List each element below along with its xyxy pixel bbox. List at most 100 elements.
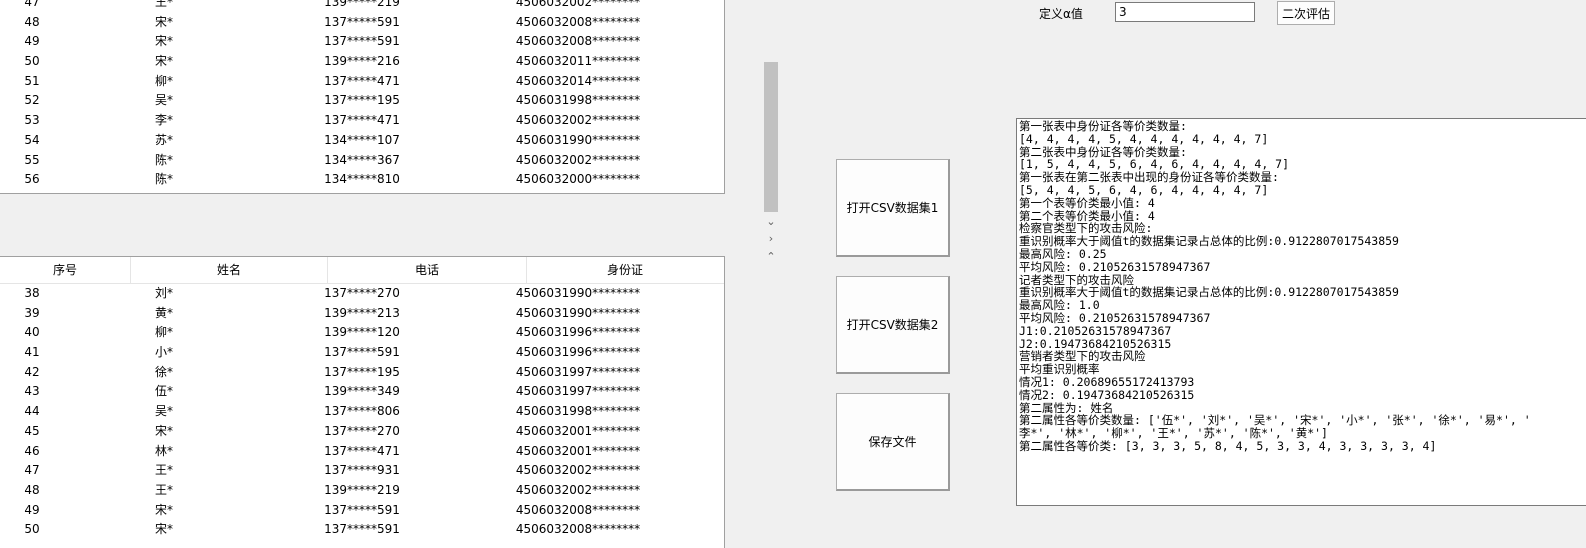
column-header-phone[interactable]: 电话	[328, 257, 527, 283]
cell-phone: 137*****591	[324, 502, 400, 517]
output-line: 最高风险: 0.25	[1019, 246, 1107, 261]
cell-id-card: 4506031998********	[515, 404, 641, 419]
cell-id-card: 4506032001********	[515, 443, 641, 458]
cell-index: 49	[24, 34, 40, 49]
cell-name: 柳*	[154, 73, 173, 88]
cell-id-card: 4506031990********	[515, 286, 641, 300]
table-row[interactable]: 56 陈* 134*****810 4506032000********	[0, 170, 724, 190]
output-line: 重识别概率大于阈值t的数据集记录占总体的比例:0.912280701754385…	[1019, 285, 1399, 300]
reevaluate-button[interactable]: 二次评估	[1277, 1, 1335, 25]
cell-index: 48	[24, 482, 40, 497]
cell-name: 黄*	[154, 305, 173, 320]
cell-index: 53	[24, 113, 40, 128]
scroll-right-arrow-icon[interactable]: ›	[762, 232, 780, 246]
scroll-down-arrow-icon[interactable]: ⌄	[762, 215, 780, 229]
cell-name: 宋*	[154, 14, 173, 29]
save-file-button[interactable]: 保存文件	[836, 393, 950, 491]
table-row[interactable]: 46 林* 137*****471 4506032001********	[0, 442, 724, 462]
cell-id-card: 4506032008********	[515, 522, 641, 537]
column-header-id-card[interactable]: 身份证	[527, 257, 723, 283]
cell-name: 宋*	[154, 423, 173, 438]
scrollbar-thumb[interactable]	[764, 62, 778, 212]
cell-phone: 139*****349	[324, 384, 400, 399]
table-row[interactable]: 48 王* 139*****219 4506032002********	[0, 481, 724, 501]
cell-name: 宋*	[154, 522, 173, 537]
cell-name: 宋*	[154, 34, 173, 49]
cell-id-card: 4506032008********	[515, 502, 641, 517]
output-line: 情况2: 0.19473684210526315	[1019, 387, 1195, 402]
cell-index: 40	[24, 325, 40, 340]
cell-index: 39	[24, 305, 40, 320]
cell-phone: 134*****367	[324, 152, 400, 167]
table-row[interactable]: 40 柳* 139*****120 4506031996********	[0, 323, 724, 343]
cell-name: 林*	[154, 443, 173, 458]
cell-id-card: 4506032011********	[515, 54, 641, 69]
alpha-label: 定义α值	[1039, 7, 1083, 21]
table-row[interactable]: 38 刘* 137*****270 4506031990********	[0, 284, 724, 304]
dataset1-table[interactable]: 47 王* 139*****219 4506032002******** 48 宋* 137…	[0, 0, 725, 194]
cell-id-card: 4506031996********	[515, 325, 641, 340]
cell-index: 47	[24, 463, 40, 478]
dataset2-table[interactable]: 序号 姓名 电话 身份证 38 刘* 137*****270 4506031990**…	[0, 256, 725, 548]
cell-index: 47	[24, 0, 40, 9]
dataset2-table-header: 序号 姓名 电话 身份证	[0, 257, 724, 284]
table-row[interactable]: 52 吴* 137*****195 4506031998********	[0, 91, 724, 111]
table-row[interactable]: 41 小* 137*****591 4506031996********	[0, 343, 724, 363]
cell-name: 吴*	[154, 93, 173, 108]
table-row[interactable]: 47 王* 139*****219 4506032002********	[0, 0, 724, 13]
table-row[interactable]: 48 宋* 137*****591 4506032008********	[0, 13, 724, 33]
cell-phone: 137*****195	[324, 364, 400, 379]
cell-index: 38	[24, 286, 40, 300]
vertical-scrollbar[interactable]: ⌄ › ⌃	[762, 0, 780, 547]
cell-name: 刘*	[154, 286, 173, 300]
cell-phone: 137*****591	[324, 34, 400, 49]
table-row[interactable]: 51 柳* 137*****471 4506032014********	[0, 72, 724, 92]
result-output-textarea[interactable]: 第一张表中身份证各等价类数量: [4, 4, 4, 4, 5, 4, 4, 4, …	[1016, 118, 1586, 506]
output-line: 营销者类型下的攻击风险	[1019, 349, 1146, 364]
column-header-index[interactable]: 序号	[0, 257, 131, 283]
cell-id-card: 4506032000********	[515, 172, 641, 187]
cell-name: 陈*	[154, 152, 173, 167]
cell-id-card: 4506032008********	[515, 14, 641, 29]
cell-phone: 139*****219	[324, 482, 400, 497]
table-row[interactable]: 39 黄* 139*****213 4506031990********	[0, 304, 724, 324]
table-row[interactable]: 54 苏* 134*****107 4506031990********	[0, 131, 724, 151]
scroll-up-arrow-icon[interactable]: ⌃	[762, 250, 780, 264]
table-row[interactable]: 44 吴* 137*****806 4506031998********	[0, 402, 724, 422]
cell-index: 45	[24, 423, 40, 438]
cell-phone: 137*****591	[324, 14, 400, 29]
output-line: [4, 4, 4, 4, 5, 4, 4, 4, 4, 4, 4, 7]	[1019, 131, 1269, 146]
cell-name: 王*	[154, 0, 173, 9]
cell-index: 44	[24, 404, 40, 419]
output-line: 平均风险: 0.21052631578947367	[1019, 310, 1211, 325]
table-row[interactable]: 49 宋* 137*****591 4506032008********	[0, 32, 724, 52]
cell-id-card: 4506032014********	[515, 73, 641, 88]
cell-phone: 139*****120	[324, 325, 400, 340]
table-row[interactable]: 55 陈* 134*****367 4506032002********	[0, 151, 724, 171]
cell-phone: 137*****270	[324, 423, 400, 438]
table-row[interactable]: 53 李* 137*****471 4506032002********	[0, 111, 724, 131]
cell-id-card: 4506032002********	[515, 463, 641, 478]
open-csv-dataset1-button[interactable]: 打开CSV数据集1	[836, 159, 950, 257]
cell-name: 柳*	[154, 325, 173, 340]
cell-phone: 137*****806	[324, 404, 400, 419]
alpha-input[interactable]	[1115, 2, 1255, 22]
cell-phone: 137*****591	[324, 345, 400, 360]
table-row[interactable]: 45 宋* 137*****270 4506032001********	[0, 422, 724, 442]
cell-id-card: 4506031990********	[515, 305, 641, 320]
cell-id-card: 4506032002********	[515, 152, 641, 167]
table-row[interactable]: 43 伍* 139*****349 4506031997********	[0, 382, 724, 402]
table-row[interactable]: 50 宋* 137*****591 4506032008********	[0, 520, 724, 540]
open-csv-dataset2-button[interactable]: 打开CSV数据集2	[836, 276, 950, 374]
cell-index: 54	[24, 132, 40, 147]
column-header-name[interactable]: 姓名	[131, 257, 328, 283]
output-line: 第一张表中身份证各等价类数量:	[1019, 119, 1187, 133]
table-row[interactable]: 42 徐* 137*****195 4506031997********	[0, 363, 724, 383]
cell-index: 42	[24, 364, 40, 379]
cell-phone: 139*****213	[324, 305, 400, 320]
table-row[interactable]: 50 宋* 139*****216 4506032011********	[0, 52, 724, 72]
table-row[interactable]: 47 王* 137*****931 4506032002********	[0, 461, 724, 481]
table-row[interactable]: 49 宋* 137*****591 4506032008********	[0, 501, 724, 521]
cell-id-card: 4506031997********	[515, 364, 641, 379]
cell-index: 46	[24, 443, 40, 458]
